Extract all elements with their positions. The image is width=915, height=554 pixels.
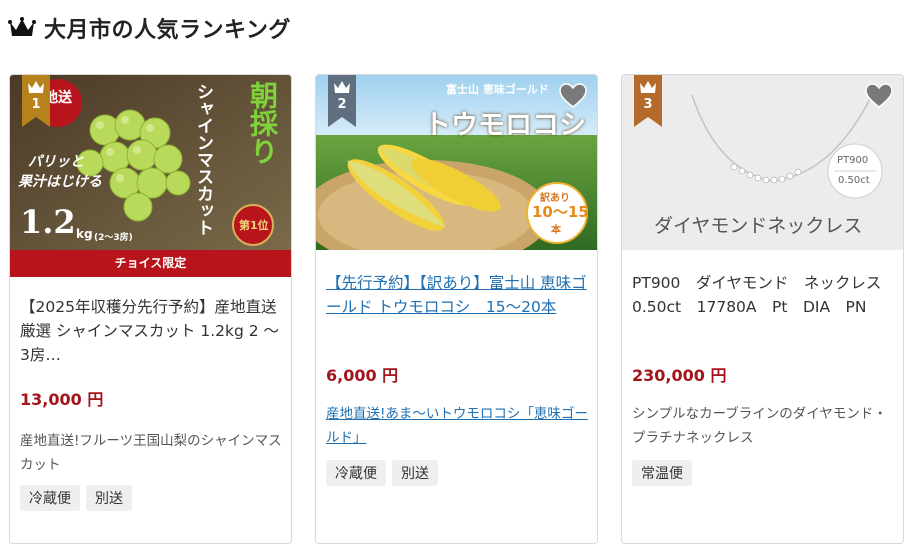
- image-harvest-text: 朝採り: [246, 81, 279, 165]
- tag-refrigerated: 冷蔵便: [20, 485, 80, 511]
- image-carat-label: 0.50ct: [838, 175, 870, 186]
- rank-number: 3: [643, 97, 653, 112]
- product-card-3[interactable]: PT900 0.50ct ダイヤモンドネックレス 3 PT900 ダイヤモンド …: [621, 74, 904, 544]
- rank-number: 1: [31, 97, 41, 112]
- rank-number: 2: [337, 97, 347, 112]
- product-card-1[interactable]: 地送 シャインマスカット 朝採り パリッと 果汁はじける 1.2 kg (2～3…: [9, 74, 292, 544]
- product-name-link[interactable]: 【先行予約】【訳あり】富士山 恵味ゴールド トウモロコシ 15～20本: [326, 271, 588, 319]
- rank-badge-3: 3: [634, 75, 662, 127]
- rank-badge-2: 2: [328, 75, 356, 127]
- product-price: 230,000 円: [632, 366, 727, 385]
- product-price: 13,000 円: [20, 390, 104, 409]
- image-badge-line2: 10～15: [532, 203, 589, 221]
- product-description: 産地直送!フルーツ王国山梨のシャインマスカット: [20, 433, 282, 473]
- favorite-heart-icon[interactable]: [559, 83, 587, 109]
- image-weight-unit: kg: [76, 227, 93, 241]
- product-description-link[interactable]: 産地直送!あま～いトウモロコシ「恵味ゴールド」: [326, 402, 588, 450]
- product-name[interactable]: PT900 ダイヤモンド ネックレス 0.50ct 17780A Pt DIA …: [632, 271, 897, 319]
- product-image-corn[interactable]: 富士山 恵味ゴールド トウモロコシ 訳あり 10～15 本: [316, 75, 597, 250]
- shipping-tags: 冷蔵便 別送: [326, 460, 438, 486]
- favorite-heart-icon[interactable]: [865, 83, 893, 109]
- shipping-tags: 冷蔵便 別送: [20, 485, 132, 511]
- product-image-shine-muscat[interactable]: 地送 シャインマスカット 朝採り パリッと 果汁はじける 1.2 kg (2～3…: [10, 75, 291, 250]
- image-tagline-2: 果汁はじける: [18, 174, 102, 190]
- image-tagline-1: パリッと: [28, 154, 84, 170]
- product-card-2[interactable]: 富士山 恵味ゴールド トウモロコシ 訳あり 10～15 本 2 【先行予約】【訳…: [315, 74, 598, 544]
- tag-refrigerated: 冷蔵便: [326, 460, 386, 486]
- product-description: シンプルなカーブラインのダイヤモンド・プラチナネックレス: [632, 406, 887, 446]
- tag-room-temperature: 常温便: [632, 460, 692, 486]
- image-badge-line3: 本: [551, 225, 561, 236]
- shipping-tags: 常温便: [632, 460, 692, 486]
- rank-badge-1: 1: [22, 75, 50, 127]
- ranking-header: 大月市の人気ランキング: [8, 12, 291, 44]
- image-subtitle: 富士山 恵味ゴールド: [446, 83, 549, 96]
- choice-limited-ribbon: チョイス限定: [10, 250, 291, 277]
- tag-separate-shipping: 別送: [86, 485, 132, 511]
- image-title-text: シャインマスカット: [193, 83, 213, 236]
- image-metal-label: PT900: [837, 155, 869, 166]
- page-title: 大月市の人気ランキング: [44, 18, 291, 43]
- product-name[interactable]: 【2025年収穫分先行予約】産地直送 厳選 シャインマスカット 1.2kg 2 …: [20, 295, 282, 367]
- image-award-badge: 第1位: [239, 219, 269, 232]
- image-title-text: ダイヤモンドネックレス: [654, 215, 863, 237]
- product-price: 6,000 円: [326, 366, 399, 385]
- crown-icon: [8, 17, 36, 36]
- image-weight-note: (2～3房): [94, 233, 133, 243]
- tag-separate-shipping: 別送: [392, 460, 438, 486]
- image-weight: 1.2: [20, 203, 76, 241]
- product-image-necklace[interactable]: PT900 0.50ct ダイヤモンドネックレス: [622, 75, 903, 250]
